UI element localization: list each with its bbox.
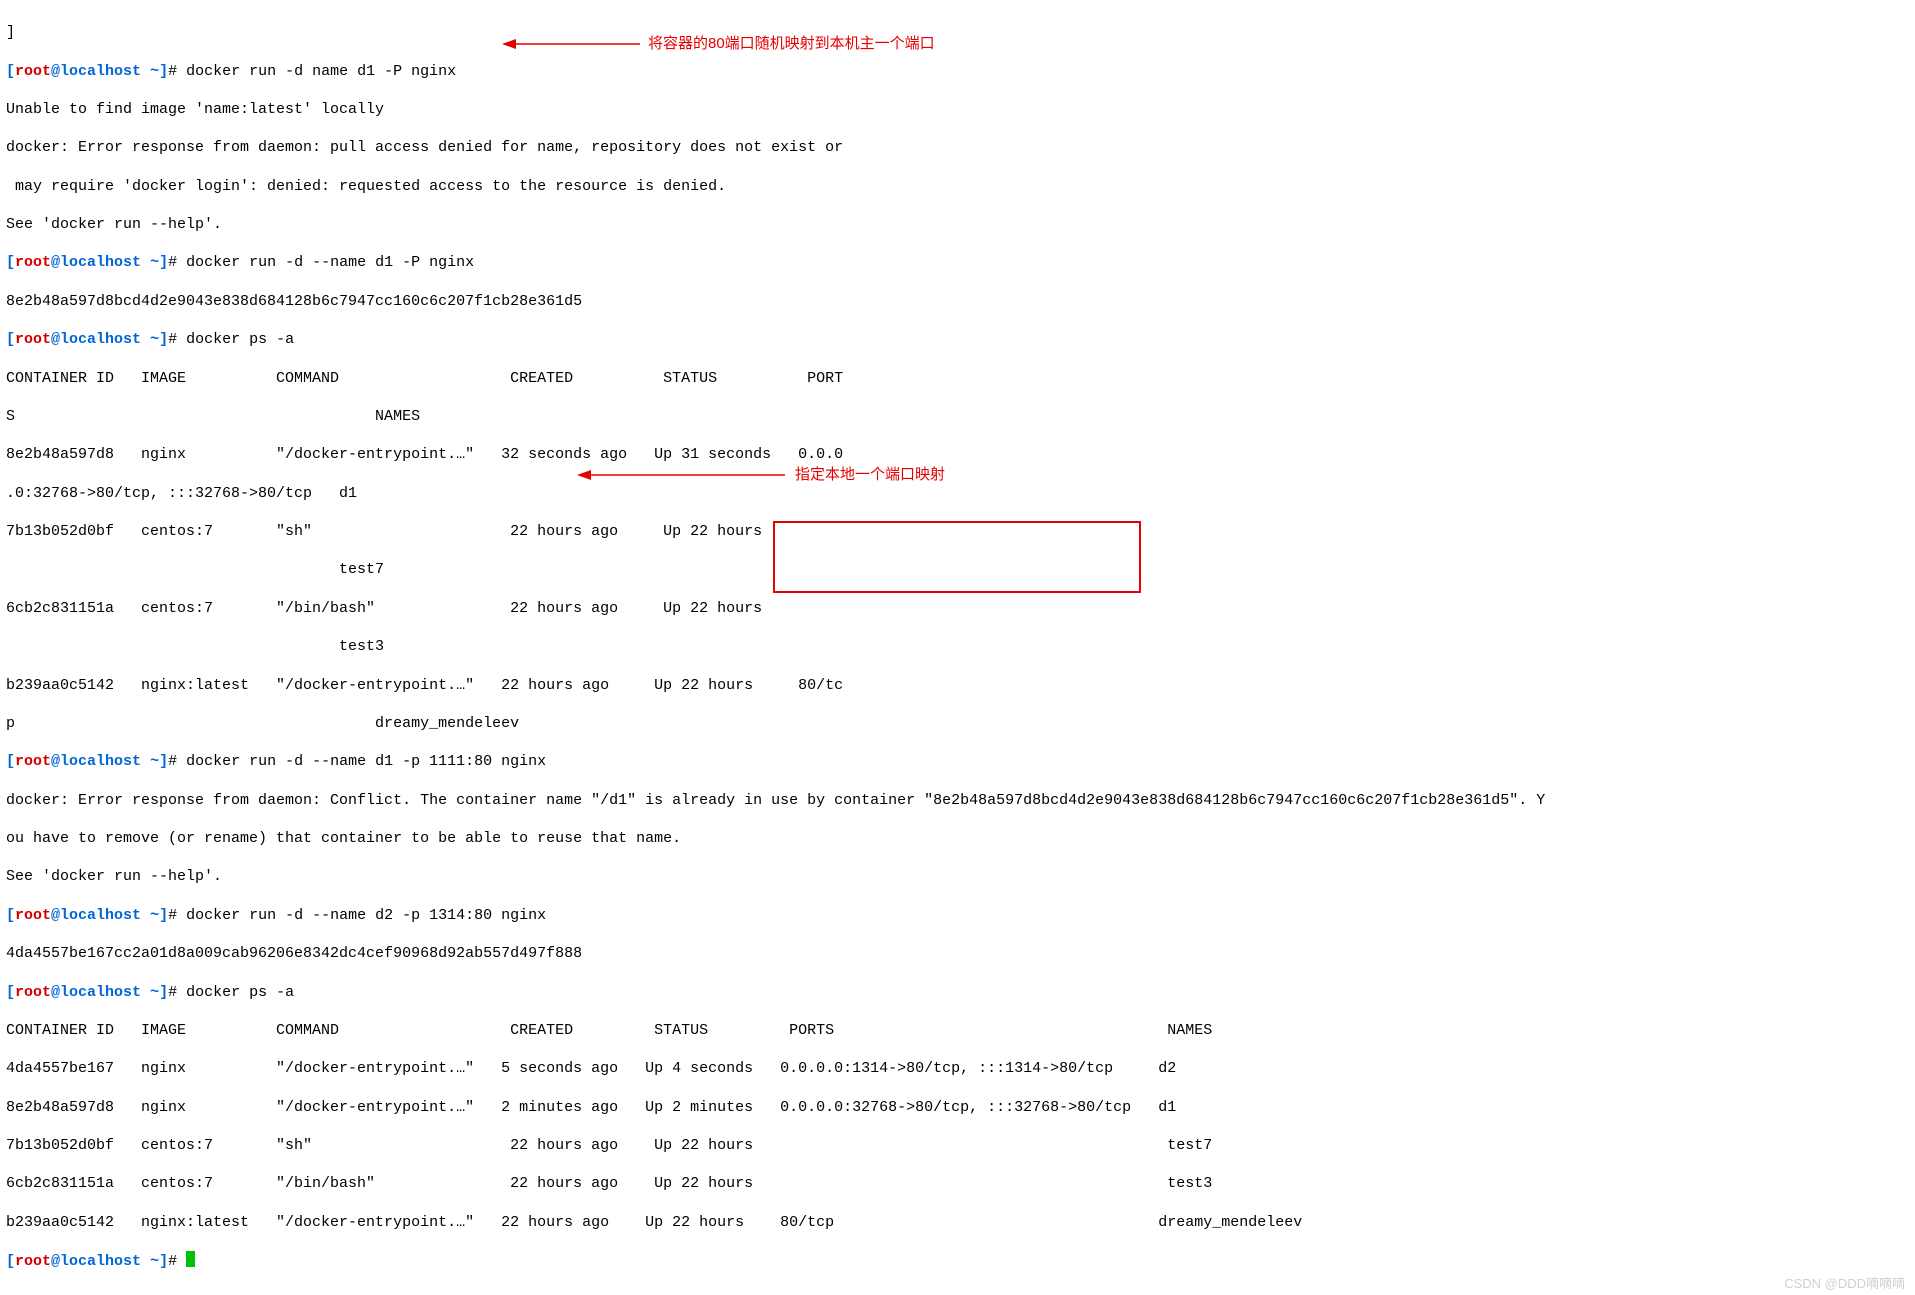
- table-row: 7b13b052d0bf centos:7 "sh" 22 hours ago …: [6, 522, 1909, 541]
- cursor: [186, 1251, 195, 1267]
- output-line: docker: Error response from daemon: pull…: [6, 138, 1909, 157]
- table-header: CONTAINER ID IMAGE COMMAND CREATED STATU…: [6, 1021, 1909, 1040]
- table-row: b239aa0c5142 nginx:latest "/docker-entry…: [6, 1213, 1909, 1232]
- prompt-line: [root@localhost ~]#: [6, 1251, 1909, 1271]
- watermark: CSDN @DDD嘀嘀嘀: [1784, 1276, 1905, 1293]
- table-row: test7: [6, 560, 1909, 579]
- annotation-arrow-1: [500, 34, 640, 54]
- command-text: docker run -d --name d1 -p 1111:80 nginx: [186, 753, 546, 770]
- table-row: 4da4557be167 nginx "/docker-entrypoint.……: [6, 1059, 1909, 1078]
- annotation-text-2: 指定本地一个端口映射: [795, 465, 945, 484]
- table-row: p dreamy_mendeleev: [6, 714, 1909, 733]
- table-header: CONTAINER ID IMAGE COMMAND CREATED STATU…: [6, 369, 1909, 388]
- output-line: 4da4557be167cc2a01d8a009cab96206e8342dc4…: [6, 944, 1909, 963]
- table-row: 7b13b052d0bf centos:7 "sh" 22 hours ago …: [6, 1136, 1909, 1155]
- table-row: 8e2b48a597d8 nginx "/docker-entrypoint.……: [6, 1098, 1909, 1117]
- output-line: See 'docker run --help'.: [6, 215, 1909, 234]
- annotation-arrow-2: [575, 465, 785, 485]
- prompt-line: [root@localhost ~]# docker run -d --name…: [6, 752, 1909, 771]
- command-text: docker run -d name d1 -P nginx: [186, 63, 456, 80]
- output-line: may require 'docker login': denied: requ…: [6, 177, 1909, 196]
- prompt-line: [root@localhost ~]# docker run -d --name…: [6, 906, 1909, 925]
- output-line: ]: [6, 23, 1909, 42]
- command-text: docker ps -a: [186, 984, 294, 1001]
- table-row: .0:32768->80/tcp, :::32768->80/tcp d1: [6, 484, 1909, 503]
- table-row: b239aa0c5142 nginx:latest "/docker-entry…: [6, 676, 1909, 695]
- prompt-line: [root@localhost ~]# docker run -d name d…: [6, 62, 1909, 81]
- annotation-text-1: 将容器的80端口随机映射到本机主一个端口: [648, 34, 935, 53]
- table-row: 8e2b48a597d8 nginx "/docker-entrypoint.……: [6, 445, 1909, 464]
- command-text: docker ps -a: [186, 331, 294, 348]
- table-row: 6cb2c831151a centos:7 "/bin/bash" 22 hou…: [6, 599, 1909, 618]
- table-row: 6cb2c831151a centos:7 "/bin/bash" 22 hou…: [6, 1174, 1909, 1193]
- output-line: ou have to remove (or rename) that conta…: [6, 829, 1909, 848]
- command-text: docker run -d --name d1 -P nginx: [186, 254, 474, 271]
- table-row: test3: [6, 637, 1909, 656]
- output-line: See 'docker run --help'.: [6, 867, 1909, 886]
- prompt-line: [root@localhost ~]# docker ps -a: [6, 983, 1909, 1002]
- output-line: 8e2b48a597d8bcd4d2e9043e838d684128b6c794…: [6, 292, 1909, 311]
- prompt-line: [root@localhost ~]# docker run -d --name…: [6, 253, 1909, 272]
- table-header: S NAMES: [6, 407, 1909, 426]
- prompt-line: [root@localhost ~]# docker ps -a: [6, 330, 1909, 349]
- command-text: docker run -d --name d2 -p 1314:80 nginx: [186, 907, 546, 924]
- output-line: docker: Error response from daemon: Conf…: [6, 791, 1909, 810]
- output-line: Unable to find image 'name:latest' local…: [6, 100, 1909, 119]
- terminal-output[interactable]: ] [root@localhost ~]# docker run -d name…: [0, 0, 1915, 1295]
